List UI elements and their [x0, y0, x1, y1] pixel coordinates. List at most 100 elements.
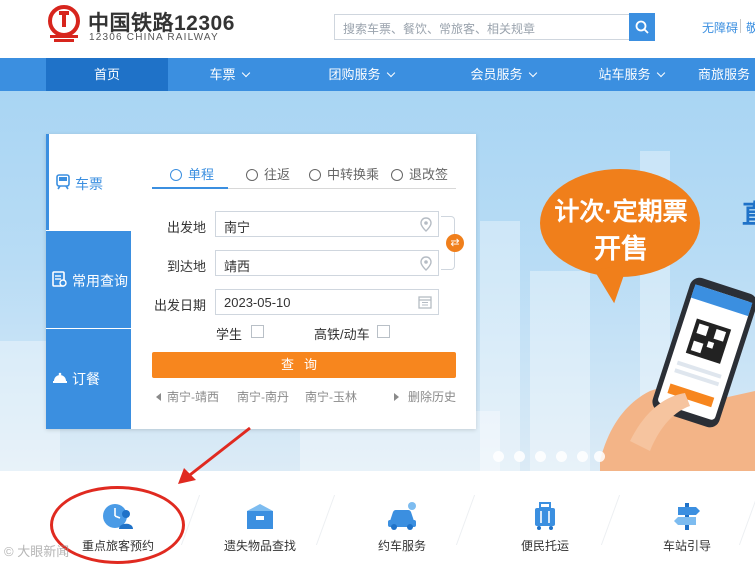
transfer-icon	[309, 169, 321, 181]
nav-item-tickets[interactable]: 车票	[168, 58, 290, 91]
history-next-icon	[394, 393, 399, 401]
car-icon	[388, 502, 416, 530]
nav-item-label: 车票	[209, 67, 236, 82]
side-tab-common-query[interactable]: 常用查询	[46, 231, 131, 328]
trip-tab-one-way[interactable]: 单程	[170, 164, 214, 184]
history-item[interactable]: 南宁-玉林	[305, 388, 357, 405]
history-label: 南宁-玉林	[305, 390, 357, 404]
header-divider	[740, 19, 741, 33]
service-label: 车站引导	[662, 539, 711, 553]
watermark-text: 大眼新闻	[17, 544, 70, 559]
departure-date-input[interactable]: 2023-05-10	[215, 289, 439, 315]
from-station-value: 南宁	[224, 220, 251, 235]
nav-item-label: 首页	[93, 67, 120, 82]
service-label: 遗失物品查找	[223, 539, 296, 553]
promo-headline: 计次·定期票	[554, 198, 688, 226]
date-label: 出发日期	[153, 298, 206, 313]
carousel-dot[interactable]	[594, 451, 605, 462]
side-tab-tickets[interactable]: 车票	[46, 134, 131, 230]
swap-stations-button[interactable]: ⇄	[446, 234, 464, 252]
trip-tab-transfer[interactable]: 中转换乘	[309, 164, 379, 184]
watermark-logo-icon: ©	[4, 544, 14, 559]
trip-tab-label: 单程	[188, 167, 215, 182]
to-label: 到达地	[166, 259, 206, 274]
search-button[interactable]	[629, 13, 655, 41]
nav-item-home[interactable]: 首页	[46, 58, 168, 91]
promo-bubble-tail	[594, 264, 634, 306]
nav-item-label: 会员服务	[470, 67, 523, 82]
carousel-dot[interactable]	[493, 451, 504, 462]
watermark: © 大眼新闻	[4, 541, 69, 560]
nav-item-station[interactable]: 站车服务	[560, 58, 702, 91]
history-label: 南宁-南丹	[237, 390, 289, 404]
swap-icon: ⇄	[450, 237, 460, 249]
trip-tab-label: 往返	[264, 167, 291, 182]
departure-date-value: 2023-05-10	[224, 295, 291, 310]
nav-item-label: 商旅服务	[698, 67, 751, 82]
header-link-b[interactable]: 敬	[746, 19, 755, 36]
signpost-icon	[674, 503, 700, 530]
service-car-booking[interactable]: 约车服务	[327, 471, 477, 567]
chevron-down-icon	[386, 68, 395, 78]
service-station-guide[interactable]: 车站引导	[612, 471, 755, 567]
chevron-down-icon	[528, 68, 537, 78]
luggage-icon	[535, 502, 555, 530]
promo-subheadline: 开售	[594, 234, 648, 264]
from-station-input[interactable]: 南宁	[215, 211, 439, 237]
trip-tab-active-underline	[152, 187, 228, 189]
chevron-down-icon	[656, 68, 665, 78]
side-tab-label: 常用查询	[72, 273, 128, 289]
query-icon	[52, 271, 67, 287]
one-way-icon	[170, 169, 182, 181]
trip-tab-round-trip[interactable]: 往返	[246, 164, 290, 184]
main-nav: 首页 车票 团购服务 会员服务 站车服务 商旅服务	[0, 58, 755, 91]
page: 中国铁路12306 12306 CHINA RAILWAY 搜索车票、餐饮、常旅…	[0, 0, 755, 567]
nav-item-label: 站车服务	[598, 67, 651, 82]
service-luggage[interactable]: 便民托运	[470, 471, 620, 567]
round-trip-icon	[246, 169, 258, 181]
location-pin-icon	[420, 256, 432, 271]
meal-icon	[53, 372, 67, 383]
carousel-dot[interactable]	[535, 451, 546, 462]
header: 中国铁路12306 12306 CHINA RAILWAY 搜索车票、餐饮、常旅…	[0, 0, 755, 58]
service-label: 约车服务	[377, 539, 426, 553]
query-button[interactable]: 查询	[152, 352, 456, 378]
ticket-booking-widget: 车票 常用查询 订餐 单程 往返 中转换乘 退改签 出发地 南宁 到达地 靖西 …	[46, 134, 476, 429]
history-item[interactable]: 南宁-南丹	[237, 388, 289, 405]
nav-item-member[interactable]: 会员服务	[432, 58, 574, 91]
carousel-dot[interactable]	[577, 451, 588, 462]
accessibility-link[interactable]: 无障碍	[702, 19, 738, 36]
highspeed-checkbox[interactable]	[377, 325, 390, 338]
banner-edge-text: 直	[742, 194, 755, 231]
search-input[interactable]: 搜索车票、餐饮、常旅客、相关规章	[334, 14, 630, 40]
highspeed-label: 高铁/动车	[314, 327, 370, 342]
search-icon	[635, 20, 649, 34]
student-label: 学生	[216, 327, 243, 342]
chevron-down-icon	[241, 68, 250, 78]
history-item[interactable]: 南宁-靖西	[156, 388, 219, 405]
clear-history-button[interactable]: 删除历史	[394, 388, 456, 405]
from-label: 出发地	[166, 220, 206, 235]
trip-tab-label: 中转换乘	[327, 167, 380, 182]
refund-change-icon	[391, 169, 403, 181]
nav-item-group[interactable]: 团购服务	[290, 58, 432, 91]
annotation-highlight-ellipse	[50, 486, 185, 564]
location-pin-icon	[420, 217, 432, 232]
to-station-value: 靖西	[224, 259, 251, 274]
train-icon	[56, 174, 70, 190]
side-tab-label: 车票	[75, 176, 103, 192]
to-station-input[interactable]: 靖西	[215, 250, 439, 276]
side-tab-label: 订餐	[72, 371, 100, 387]
logo-subtitle: 12306 CHINA RAILWAY	[89, 32, 219, 43]
trip-tab-refund-change[interactable]: 退改签	[391, 164, 448, 184]
student-checkbox[interactable]	[251, 325, 264, 338]
trip-tab-label: 退改签	[409, 167, 449, 182]
carousel-dot[interactable]	[556, 451, 567, 462]
side-tab-meal[interactable]: 订餐	[46, 329, 131, 429]
railway-logo-icon[interactable]	[44, 5, 84, 45]
history-label: 南宁-靖西	[167, 390, 219, 404]
nav-item-business[interactable]: 商旅服务	[698, 58, 755, 91]
annotation-arrow-icon	[178, 426, 251, 484]
carousel-dot[interactable]	[514, 451, 525, 462]
banner-building	[530, 271, 590, 471]
